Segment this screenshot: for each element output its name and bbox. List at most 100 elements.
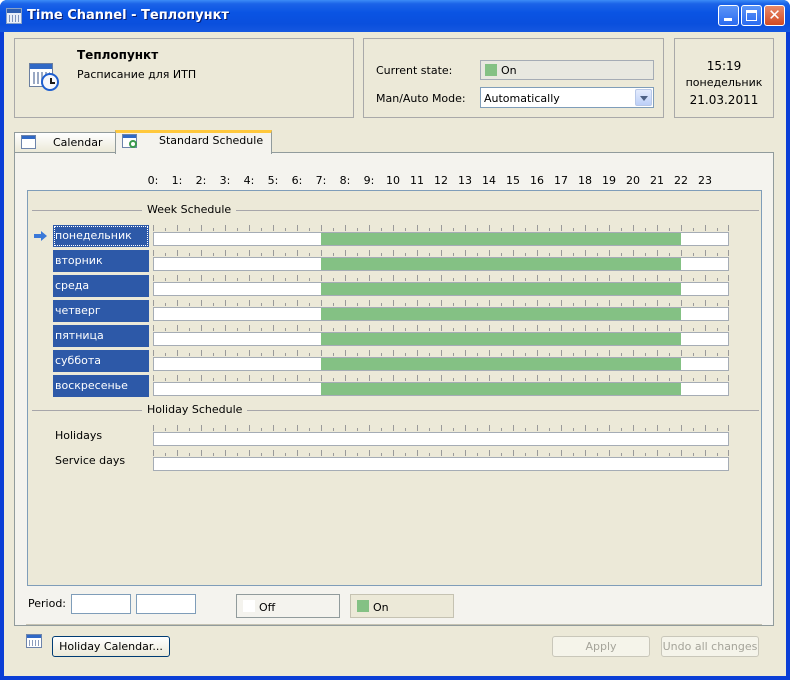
on-period-segment[interactable] (321, 283, 681, 295)
timeline-tick (177, 375, 178, 381)
schedule-timeline[interactable] (153, 425, 729, 447)
tab-calendar[interactable]: Calendar (14, 132, 116, 152)
day-label[interactable]: воскресенье (53, 375, 149, 397)
timeline-tick (645, 253, 646, 256)
schedule-timeline[interactable] (153, 350, 729, 372)
timeline-tick (633, 450, 634, 456)
mode-select[interactable]: Automatically (480, 87, 654, 108)
timeline-tick (357, 428, 358, 431)
timeline-bar[interactable] (153, 357, 729, 371)
timeline-ticks (153, 375, 729, 381)
timeline-tick (549, 228, 550, 231)
on-period-segment[interactable] (321, 383, 681, 395)
timeline-bar[interactable] (153, 457, 729, 471)
on-period-segment[interactable] (321, 358, 681, 370)
timeline-tick (357, 253, 358, 256)
timeline-tick (633, 325, 634, 331)
timeline-tick (393, 325, 394, 331)
timeline-tick (321, 250, 322, 256)
timeline-tick (561, 300, 562, 306)
hour-label: 3: (219, 174, 231, 187)
timeline-tick (693, 253, 694, 256)
timeline-tick (333, 353, 334, 356)
timeline-tick (717, 378, 718, 381)
day-label[interactable]: суббота (53, 350, 149, 372)
timeline-tick (333, 328, 334, 331)
timeline-tick (585, 450, 586, 456)
apply-button[interactable]: Apply (552, 636, 650, 657)
timeline-tick (189, 378, 190, 381)
schedule-timeline[interactable] (153, 300, 729, 322)
schedule-timeline[interactable] (153, 325, 729, 347)
timeline-tick (537, 275, 538, 281)
timeline-tick (345, 225, 346, 231)
schedule-timeline[interactable] (153, 450, 729, 472)
on-period-segment[interactable] (321, 308, 681, 320)
timeline-bar[interactable] (153, 232, 729, 246)
hour-label: 2: (195, 174, 207, 187)
timeline-tick (345, 275, 346, 281)
timeline-tick (441, 250, 442, 256)
day-label[interactable]: четверг (53, 300, 149, 322)
timeline-tick (489, 325, 490, 331)
period-to-field[interactable] (136, 594, 196, 614)
timeline-tick (369, 425, 370, 431)
on-period-segment[interactable] (321, 233, 681, 245)
timeline-ticks (153, 325, 729, 331)
timeline-bar[interactable] (153, 432, 729, 446)
timeline-tick (669, 453, 670, 456)
window-title: Time Channel - Теплопункт (27, 8, 229, 23)
close-button[interactable]: ✕ (764, 5, 785, 26)
timeline-bar[interactable] (153, 257, 729, 271)
timeline-tick (237, 353, 238, 356)
timeline-tick (357, 228, 358, 231)
legend-off[interactable]: Off (236, 594, 340, 618)
timeline-tick (237, 303, 238, 306)
timeline-tick (237, 453, 238, 456)
undo-all-changes-button[interactable]: Undo all changes (661, 636, 759, 657)
holiday-calendar-icon (26, 634, 42, 648)
timeline-tick (501, 378, 502, 381)
day-label[interactable]: вторник (53, 250, 149, 272)
timeline-tick (705, 250, 706, 256)
timeline-bar[interactable] (153, 282, 729, 296)
schedule-timeline[interactable] (153, 225, 729, 247)
day-label[interactable]: среда (53, 275, 149, 297)
timeline-bar[interactable] (153, 332, 729, 346)
day-label[interactable]: понедельник (53, 225, 149, 247)
legend-on[interactable]: On (350, 594, 454, 618)
title-bar[interactable]: Time Channel - Теплопункт ✕ (0, 0, 790, 32)
minimize-button[interactable] (718, 5, 739, 26)
mode-dropdown-button[interactable] (635, 89, 652, 106)
timeline-tick (513, 225, 514, 231)
timeline-tick (501, 253, 502, 256)
timeline-tick (225, 300, 226, 306)
period-from-field[interactable] (71, 594, 131, 614)
maximize-button[interactable] (741, 5, 762, 26)
schedule-timeline[interactable] (153, 275, 729, 297)
timeline-tick (513, 325, 514, 331)
timeline-tick (681, 250, 682, 256)
schedule-timeline[interactable] (153, 375, 729, 397)
on-period-segment[interactable] (321, 333, 681, 345)
timeline-tick (321, 375, 322, 381)
timeline-tick (225, 450, 226, 456)
holiday-calendar-button[interactable]: Holiday Calendar... (52, 636, 170, 657)
timeline-tick (321, 425, 322, 431)
holiday-row-label: Holidays (55, 429, 103, 442)
timeline-tick (429, 303, 430, 306)
timeline-tick (477, 303, 478, 306)
timeline-tick (561, 275, 562, 281)
timeline-tick (309, 228, 310, 231)
timeline-tick (273, 350, 274, 356)
timeline-tick (705, 375, 706, 381)
tab-standard-schedule[interactable]: Standard Schedule (115, 130, 272, 154)
day-label[interactable]: пятница (53, 325, 149, 347)
timeline-tick (549, 253, 550, 256)
off-swatch (243, 600, 255, 612)
on-period-segment[interactable] (321, 258, 681, 270)
timeline-bar[interactable] (153, 382, 729, 396)
timeline-bar[interactable] (153, 307, 729, 321)
timeline-tick (477, 278, 478, 281)
schedule-timeline[interactable] (153, 250, 729, 272)
